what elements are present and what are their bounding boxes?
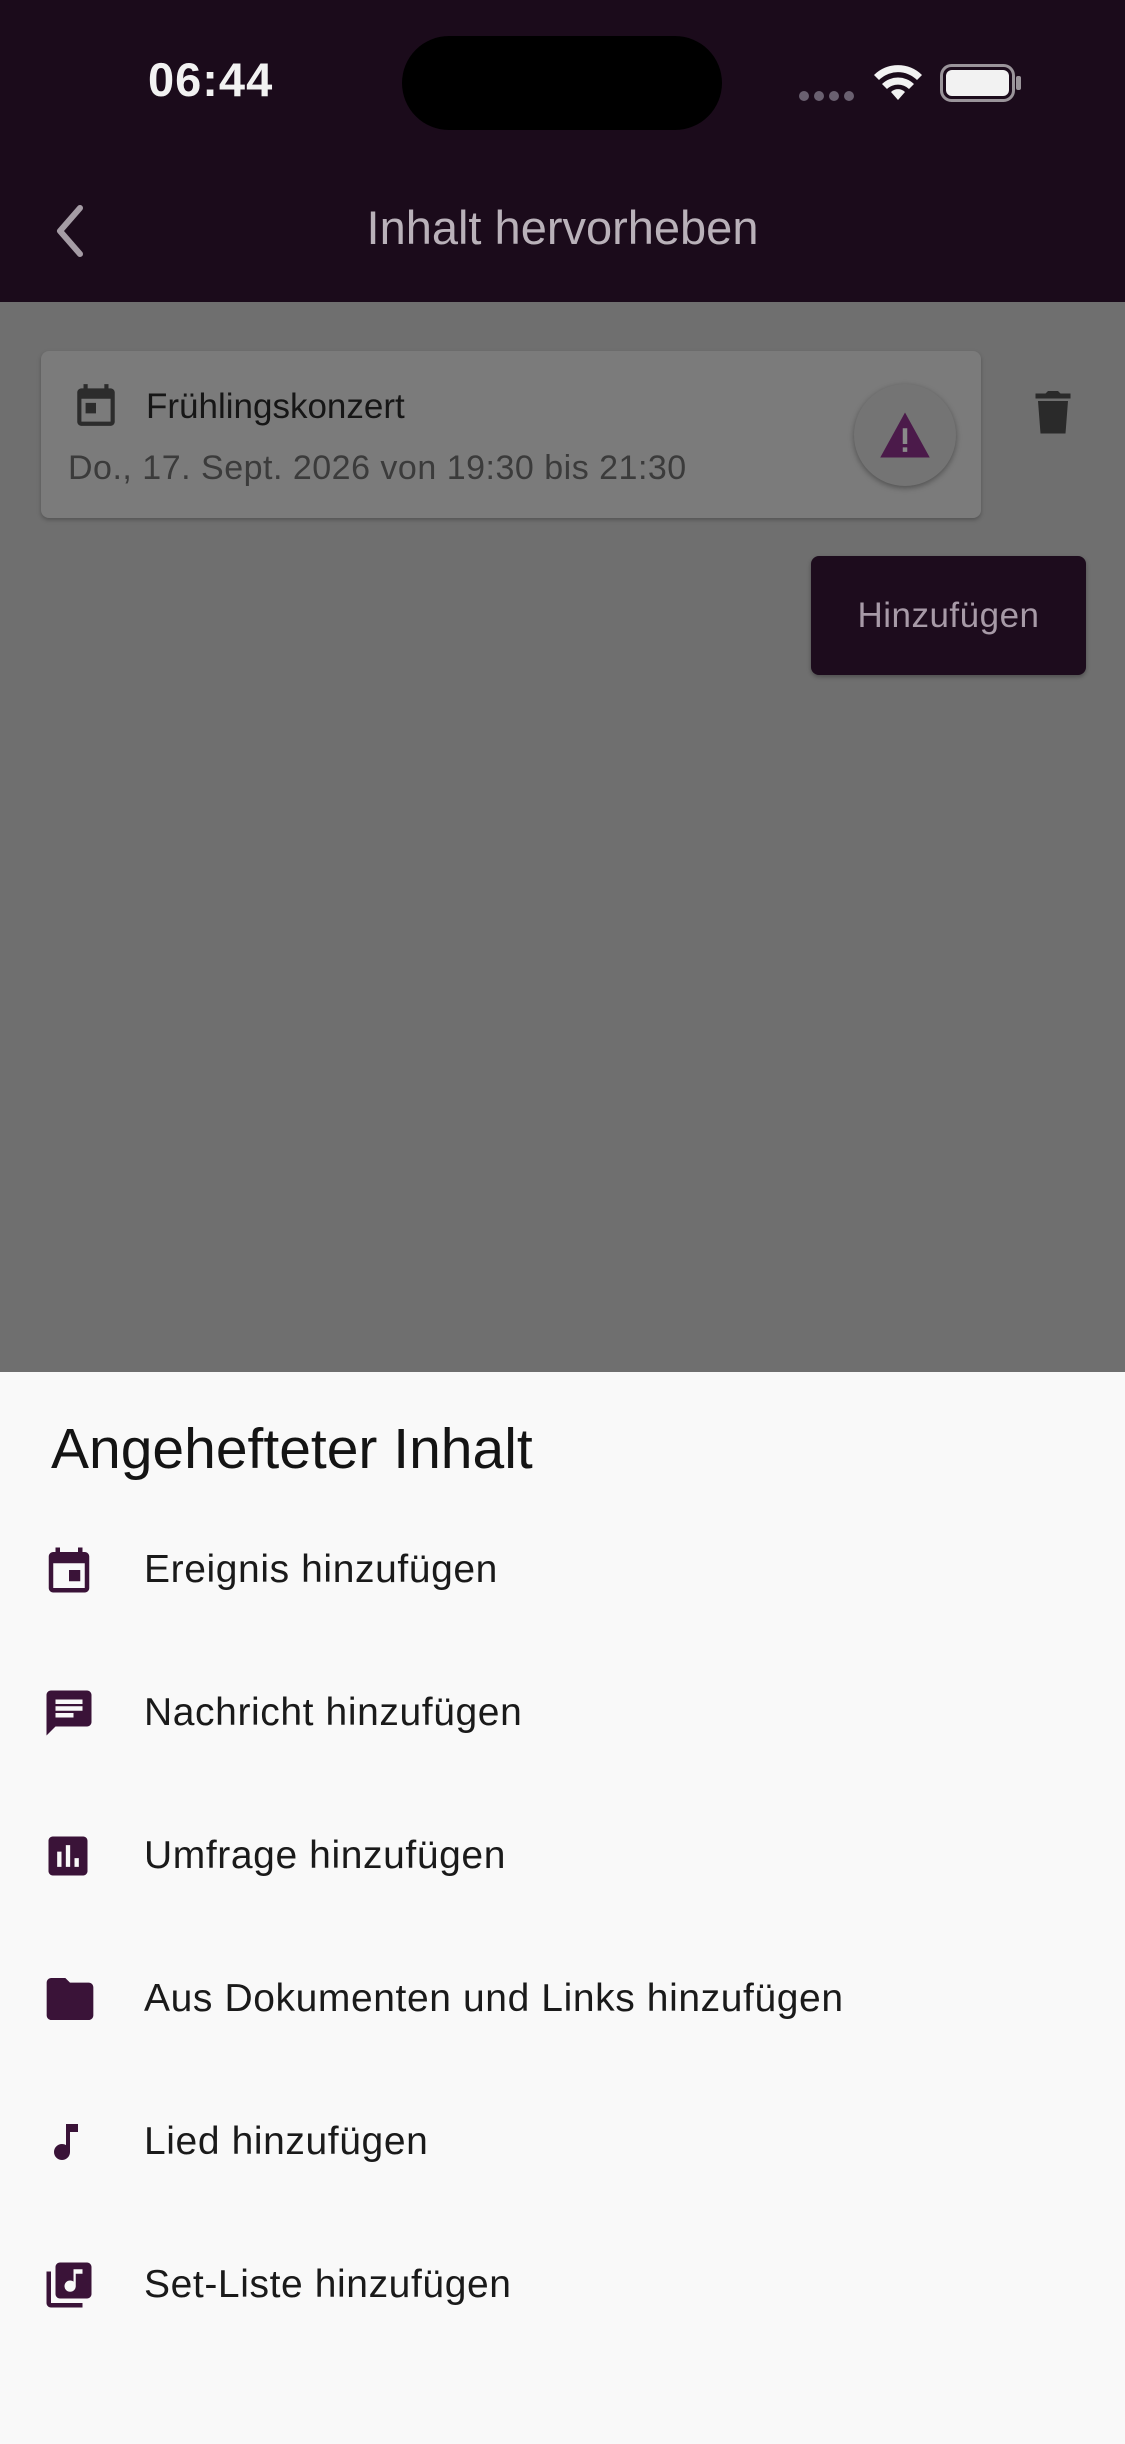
highlighted-event-card[interactable]: Frühlingskonzert Do., 17. Sept. 2026 von… xyxy=(41,351,981,518)
sheet-item-label: Nachricht hinzufügen xyxy=(144,1690,523,1734)
folder-icon xyxy=(46,1977,94,2020)
sheet-item-message[interactable]: Nachricht hinzufügen xyxy=(0,1641,1125,1784)
sheet-item-label: Lied hinzufügen xyxy=(144,2119,429,2163)
calendar-event-icon xyxy=(48,1547,90,1592)
sheet-title: Angehefteter Inhalt xyxy=(51,1417,533,1481)
message-icon xyxy=(46,1690,92,1735)
sheet-item-label: Set-Liste hinzufügen xyxy=(144,2262,512,2306)
delete-trash-icon[interactable] xyxy=(1033,386,1073,436)
sheet-item-documents[interactable]: Aus Dokumenten und Links hinzufügen xyxy=(0,1927,1125,2070)
warning-icon xyxy=(880,412,930,458)
card-date: Do., 17. Sept. 2026 von 19:30 bis 21:30 xyxy=(68,449,687,487)
bottom-sheet: Angehefteter Inhalt Ereignis hinzufügen … xyxy=(0,1372,1125,2444)
sheet-item-setlist[interactable]: Set-Liste hinzufügen xyxy=(0,2213,1125,2356)
poll-icon xyxy=(48,1836,88,1875)
battery-icon xyxy=(940,64,1021,102)
sheet-item-song[interactable]: Lied hinzufügen xyxy=(0,2070,1125,2213)
cellular-signal-icon xyxy=(799,91,854,101)
calendar-icon xyxy=(77,384,115,426)
music-note-icon xyxy=(54,2123,78,2160)
dynamic-island xyxy=(402,36,722,130)
warning-button[interactable] xyxy=(854,384,956,486)
sheet-item-event[interactable]: Ereignis hinzufügen xyxy=(0,1498,1125,1641)
add-button[interactable]: Hinzufügen xyxy=(811,556,1086,675)
status-time: 06:44 xyxy=(148,53,274,106)
sheet-item-label: Aus Dokumenten und Links hinzufügen xyxy=(144,1976,844,2020)
card-title: Frühlingskonzert xyxy=(146,387,405,426)
page-title: Inhalt hervorheben xyxy=(366,201,759,254)
library-music-icon xyxy=(46,2262,92,2307)
app-bar: 06:44 Inhalt hervorheben xyxy=(0,0,1125,302)
sheet-item-label: Ereignis hinzufügen xyxy=(144,1547,498,1591)
sheet-item-poll[interactable]: Umfrage hinzufügen xyxy=(0,1784,1125,1927)
sheet-item-label: Umfrage hinzufügen xyxy=(144,1833,507,1877)
wifi-icon xyxy=(874,65,922,100)
